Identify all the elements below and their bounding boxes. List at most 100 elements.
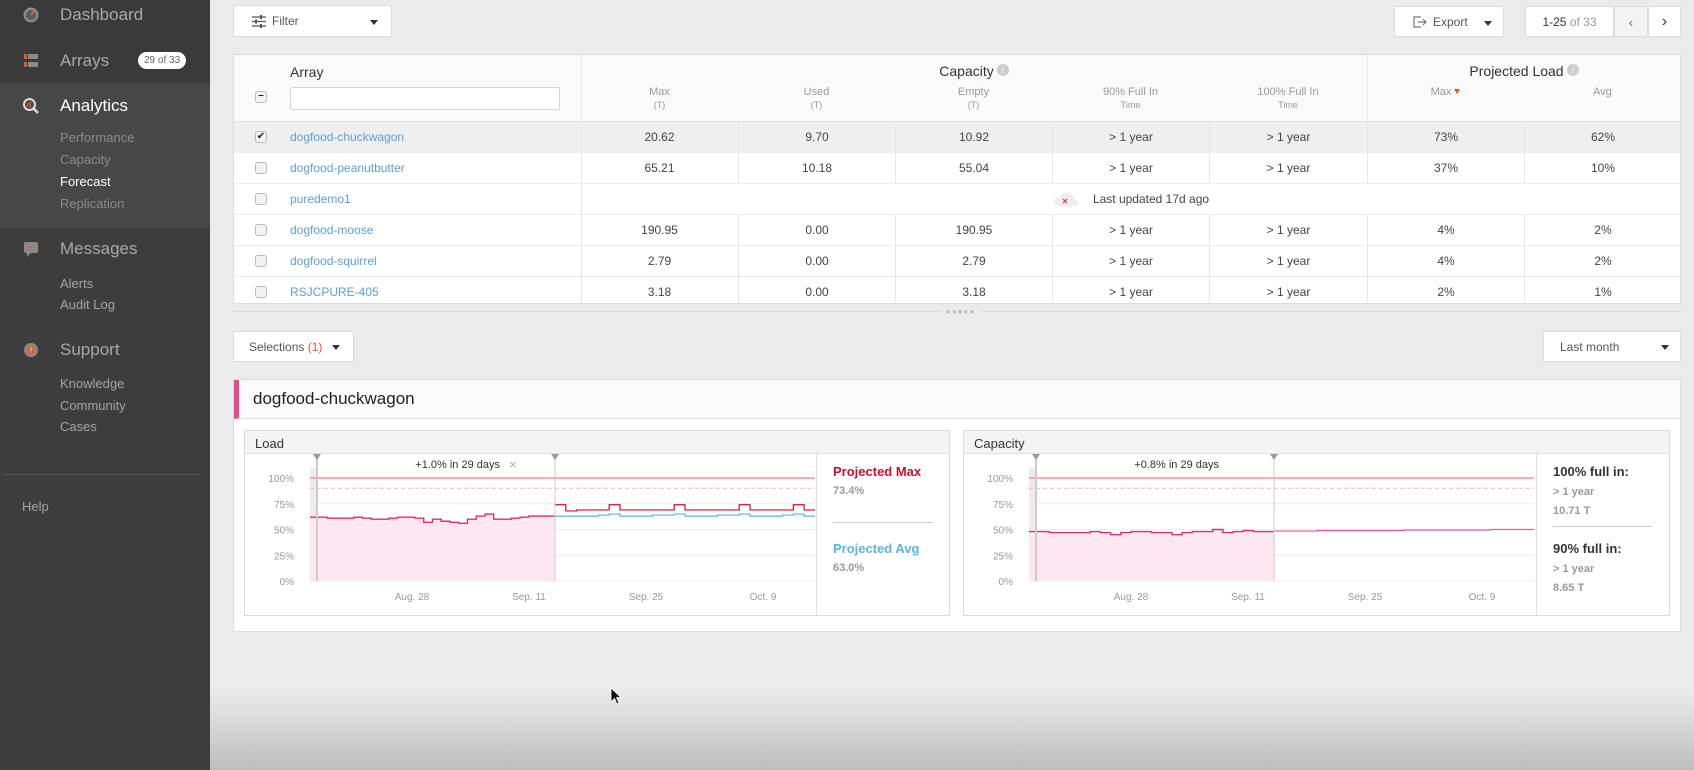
column-header-used[interactable]: Used (T) <box>738 86 895 112</box>
legend-divider <box>833 522 933 523</box>
sidebar-item-messages[interactable]: Messages <box>0 231 210 267</box>
array-name-link[interactable]: dogfood-chuckwagon <box>290 122 404 152</box>
column-header-max[interactable]: Max (T) <box>581 86 738 112</box>
legend-projected-max-value: 73.4% <box>833 485 865 497</box>
capacity-chart-title: Capacity <box>964 431 1669 454</box>
selection-handle-icon <box>1270 454 1278 460</box>
column-header-empty[interactable]: Empty (T) <box>895 86 1052 112</box>
table-cell: 190.95 <box>641 223 678 237</box>
svg-text:?: ? <box>29 347 33 355</box>
sidebar-subitem-capacity[interactable]: Capacity <box>60 152 111 167</box>
column-header-90-full[interactable]: 90% Full In Time <box>1052 86 1209 112</box>
array-name-link[interactable]: RSJCPURE-405 <box>290 277 379 307</box>
support-icon: ? <box>24 343 38 357</box>
selections-count: (1) <box>307 339 323 354</box>
export-button[interactable]: Export <box>1394 6 1504 37</box>
sidebar-subitem-performance[interactable]: Performance <box>60 130 134 145</box>
row-checkbox[interactable] <box>255 286 267 298</box>
pagination-range: 1-25 of 33 <box>1525 6 1614 37</box>
resize-grip-icon[interactable]: ●●●●● <box>940 308 982 316</box>
load-chart[interactable]: 100% 75% 50% 25% 0% Aug. 28 Sep. 11 Sep. 25 Oct.… <box>245 454 818 616</box>
selection-handle-icon <box>313 454 321 460</box>
next-page-button[interactable]: › <box>1648 6 1681 37</box>
row-checkbox[interactable] <box>255 224 267 236</box>
table-cell: 2.79 <box>647 254 672 268</box>
sidebar-item-dashboard[interactable]: Dashboard <box>0 0 210 33</box>
row-checkbox[interactable] <box>255 193 267 205</box>
table-row[interactable]: RSJCPURE-405 3.18 0.00 3.18 > 1 year > 1 year… <box>234 277 1680 308</box>
time-range-select[interactable]: Last month <box>1543 331 1681 362</box>
prev-page-button[interactable]: ‹ <box>1614 6 1648 37</box>
projected-line-1 <box>555 504 815 512</box>
table-row[interactable]: ✔ dogfood-chuckwagon 20.62 9.70 10.92 > 1 yea… <box>234 122 1680 153</box>
mouse-cursor-icon <box>610 687 623 705</box>
sidebar-subitem-forecast[interactable]: Forecast <box>60 174 111 189</box>
capacity-forecast-panel: 100% full in: > 1 year 10.71 T 90% full … <box>1536 454 1670 616</box>
y-tick-label: 75% <box>274 500 294 511</box>
sidebar-item-label: Arrays <box>60 51 110 70</box>
historical-area <box>310 514 555 581</box>
column-header-load-avg[interactable]: Avg <box>1524 86 1681 99</box>
sidebar-item-arrays[interactable]: Arrays 29 of 33 <box>0 43 210 79</box>
table-row[interactable]: dogfood-peanutbutter 65.21 10.18 55.04 > 1 y… <box>234 153 1680 184</box>
column-unit: (T) <box>653 100 666 110</box>
close-annotation-icon[interactable]: × <box>508 458 517 471</box>
x-tick-label: Oct. 9 <box>750 592 777 603</box>
sidebar-help-link[interactable]: Help <box>22 499 49 514</box>
column-header-100-full[interactable]: 100% Full In Time <box>1209 86 1367 112</box>
array-filter-input[interactable] <box>290 87 560 110</box>
sidebar-subitem-audit-log[interactable]: Audit Log <box>60 297 115 312</box>
array-name-link[interactable]: dogfood-peanutbutter <box>290 153 405 183</box>
selections-dropdown[interactable]: Selections (1) <box>233 331 354 362</box>
sidebar-subitem-cases[interactable]: Cases <box>60 419 97 434</box>
sidebar-subitem-replication[interactable]: Replication <box>60 196 124 211</box>
column-label: Max <box>649 86 670 98</box>
array-name-link[interactable]: puredemo1 <box>290 184 351 214</box>
pagination-total-text: of 33 <box>1569 14 1597 29</box>
info-icon[interactable]: i <box>1566 64 1579 76</box>
analytics-icon <box>23 98 39 114</box>
x-tick-label: Sep. 25 <box>629 592 664 603</box>
y-tick-label: 100% <box>987 474 1013 485</box>
table-cell: 20.62 <box>644 130 675 144</box>
array-name-link[interactable]: dogfood-squirrel <box>290 246 377 276</box>
table-cell: 0.00 <box>738 246 895 276</box>
info-icon[interactable]: i <box>996 64 1009 76</box>
table-cell: > 1 year <box>1052 277 1209 307</box>
trend-annotation: +0.8% in 29 days <box>1134 459 1219 471</box>
full-90-size: 8.65 T <box>1553 582 1585 594</box>
column-label: 100% Full In <box>1257 86 1319 98</box>
row-checkbox[interactable] <box>255 255 267 267</box>
sidebar-subitem-knowledge[interactable]: Knowledge <box>60 376 124 391</box>
capacity-group-header: Capacity i <box>934 63 1014 79</box>
table-row[interactable]: puredemo1 Last updated 17d ago <box>234 184 1680 215</box>
sidebar-item-support[interactable]: ? Support <box>0 332 210 368</box>
column-label: Avg <box>1593 86 1612 98</box>
filter-button[interactable]: Filter <box>233 5 392 37</box>
x-tick-label: Aug. 28 <box>1114 592 1149 603</box>
table-row[interactable]: dogfood-squirrel 2.79 0.00 2.79 > 1 year > 1 … <box>234 246 1680 277</box>
column-label: 90% Full In <box>1102 86 1159 98</box>
capacity-chart-card: Capacity 100% 75% 50% 25% 0% Aug. 28 Sep. 11 Se… <box>963 430 1670 616</box>
y-tick-label: 25% <box>993 551 1013 562</box>
trend-annotation: +1.0% in 29 days <box>415 459 500 471</box>
table-header: Array – Capacity i Projected Load i Max (T)… <box>234 55 1680 122</box>
chevron-down-icon <box>1484 21 1492 26</box>
row-checkbox[interactable] <box>255 162 267 174</box>
capacity-chart[interactable]: 100% 75% 50% 25% 0% Aug. 28 Sep. 11 Sep. 25 Oct.… <box>964 454 1537 616</box>
selection-handle-icon <box>551 454 559 460</box>
row-checkbox-checked[interactable]: ✔ <box>255 131 267 143</box>
table-cell: > 1 year <box>1052 122 1209 152</box>
sidebar-divider <box>4 474 200 475</box>
sidebar-item-analytics[interactable]: Analytics <box>0 88 210 124</box>
array-name-link[interactable]: dogfood-moose <box>290 215 373 245</box>
sidebar-subitem-community[interactable]: Community <box>60 398 126 413</box>
column-header-load-max[interactable]: Max <box>1367 86 1524 99</box>
detail-title: dogfood-chuckwagon <box>253 389 415 408</box>
dashboard-icon <box>23 7 39 23</box>
sidebar-subitem-alerts[interactable]: Alerts <box>60 276 93 291</box>
chevron-left-icon: ‹ <box>1628 13 1634 30</box>
table-row[interactable]: dogfood-moose 190.95 0.00 190.95 > 1 year > 1… <box>234 215 1680 246</box>
select-all-checkbox[interactable]: – <box>255 91 267 103</box>
y-tick-label: 75% <box>993 500 1013 511</box>
